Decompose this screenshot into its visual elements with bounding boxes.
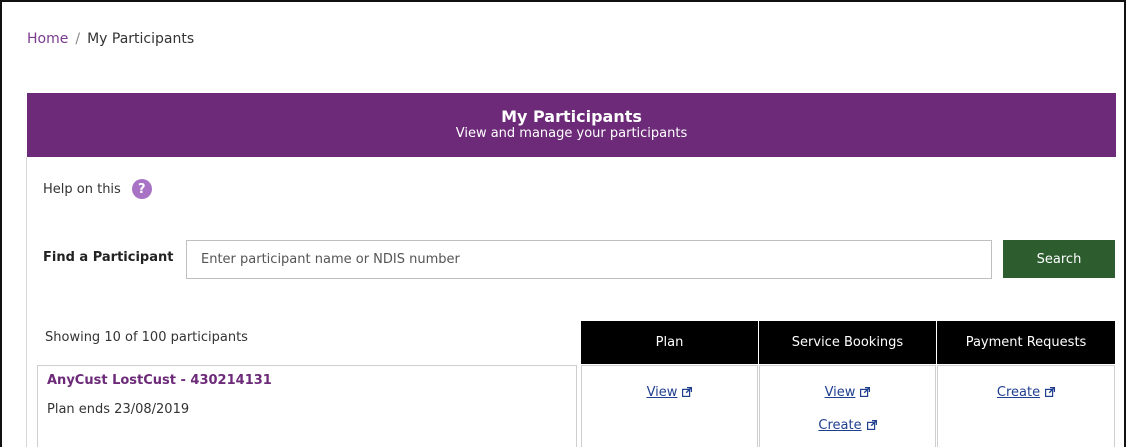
help-label: Help on this: [43, 181, 121, 197]
external-link-icon: [1045, 387, 1056, 397]
breadcrumb: Home / My Participants: [27, 31, 194, 47]
search-button[interactable]: Search: [1003, 240, 1115, 278]
external-link-icon: [866, 420, 877, 430]
page-title: My Participants: [501, 107, 642, 126]
payment-requests-cell: Create: [937, 365, 1115, 447]
column-header-payment-requests: Payment Requests: [937, 321, 1115, 364]
plan-view-label: View: [646, 385, 678, 400]
breadcrumb-separator: /: [75, 31, 81, 47]
page-banner: My Participants View and manage your par…: [27, 93, 1116, 157]
breadcrumb-current: My Participants: [87, 31, 195, 47]
find-participant-label: Find a Participant: [43, 250, 174, 265]
external-link-icon: [682, 387, 693, 397]
bookings-create-label: Create: [818, 418, 862, 433]
results-count: Showing 10 of 100 participants: [45, 330, 248, 345]
content-left-border: [26, 157, 27, 447]
payment-create-link[interactable]: Create: [938, 385, 1114, 400]
participant-search-input[interactable]: [186, 240, 992, 279]
help-icon[interactable]: ?: [131, 179, 152, 199]
payment-create-label: Create: [996, 385, 1041, 400]
breadcrumb-home-link[interactable]: Home: [27, 31, 68, 47]
service-bookings-cell: View Create: [759, 365, 936, 447]
participant-row: AnyCust LostCust - 430214131 Plan ends 2…: [37, 365, 577, 447]
plan-end-date: Plan ends 23/08/2019: [47, 402, 190, 417]
bookings-create-link[interactable]: Create: [760, 418, 935, 433]
external-link-icon: [860, 387, 871, 397]
participant-name-link[interactable]: AnyCust LostCust - 430214131: [47, 373, 272, 388]
bookings-view-label: View: [824, 385, 856, 400]
column-header-service-bookings: Service Bookings: [759, 321, 936, 364]
plan-view-link[interactable]: View: [582, 385, 757, 400]
page-subtitle: View and manage your participants: [455, 126, 688, 141]
column-header-plan: Plan: [581, 321, 758, 364]
bookings-view-link[interactable]: View: [760, 385, 935, 400]
help-section: Help on this ?: [43, 179, 152, 199]
plan-cell: View: [581, 365, 758, 447]
